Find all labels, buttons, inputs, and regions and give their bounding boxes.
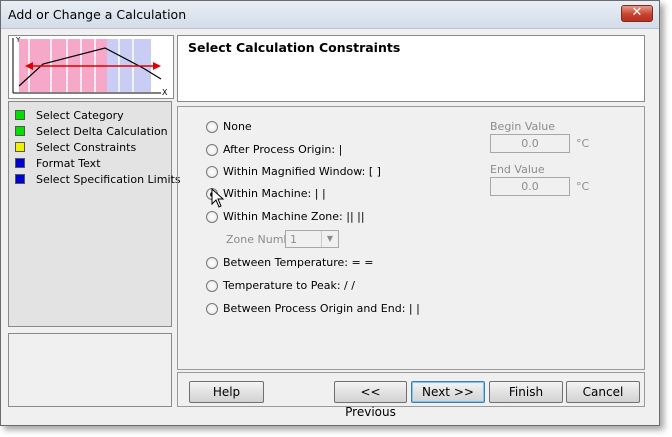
step-status-icon	[15, 126, 25, 136]
mouse-cursor-icon	[211, 188, 225, 208]
step-status-icon	[15, 174, 25, 184]
step-label: Select Specification Limits	[36, 173, 181, 186]
cancel-button[interactable]: Cancel	[566, 381, 640, 403]
next-button[interactable]: Next >>	[411, 381, 485, 403]
step-status-icon	[15, 110, 25, 120]
option-label: Within Machine: | |	[223, 187, 326, 200]
step-label: Select Constraints	[36, 141, 137, 154]
begin-value-input[interactable]: 0.0	[490, 134, 570, 153]
title-bar: Add or Change a Calculation ✕	[1, 1, 659, 29]
radio-button[interactable]	[206, 303, 218, 315]
radio-button[interactable]	[206, 280, 218, 292]
profile-thumbnail-graphic	[12, 38, 162, 94]
step-label: Select Delta Calculation	[36, 125, 168, 138]
option-label: After Process Origin: |	[223, 143, 343, 156]
end-value-input[interactable]: 0.0	[490, 177, 570, 196]
help-button[interactable]: Help	[189, 381, 264, 403]
finish-button[interactable]: Finish	[489, 381, 563, 403]
option-label: Temperature to Peak: / /	[223, 279, 355, 292]
option-label: Within Machine Zone: || ||	[223, 210, 365, 223]
option-label: Between Temperature: = =	[223, 256, 374, 269]
step-status-icon	[15, 158, 25, 168]
end-value-label: End Value	[490, 163, 545, 176]
option-label: Within Magnified Window: [ ]	[223, 165, 381, 178]
option-label: None	[223, 120, 252, 133]
panel-title: Select Calculation Constraints	[188, 40, 401, 55]
info-panel	[8, 333, 172, 407]
radio-button[interactable]	[206, 144, 218, 156]
radio-button[interactable]	[206, 121, 218, 133]
begin-value-unit: °C	[576, 137, 590, 150]
y-axis-label: Y	[16, 36, 21, 44]
x-axis-label: X	[162, 88, 168, 97]
step-label: Format Text	[36, 157, 101, 170]
zone-number-value: 1	[290, 233, 297, 246]
zone-number-select[interactable]: 1 ▼	[285, 230, 339, 248]
window-title: Add or Change a Calculation	[8, 7, 187, 22]
end-value-unit: °C	[576, 180, 590, 193]
radio-button[interactable]	[206, 211, 218, 223]
close-icon: ✕	[631, 5, 643, 20]
begin-value-label: Begin Value	[490, 120, 556, 133]
chevron-down-icon: ▼	[321, 231, 338, 247]
option-label: Between Process Origin and End: | |	[223, 302, 420, 315]
profile-thumbnail: Y X	[8, 35, 174, 99]
step-label: Select Category	[36, 109, 124, 122]
header-panel: Select Calculation Constraints	[177, 35, 645, 102]
radio-button[interactable]	[206, 257, 218, 269]
radio-button[interactable]	[206, 166, 218, 178]
wizard-steps: Select Category Select Delta Calculation…	[8, 101, 181, 327]
step-status-icon	[15, 142, 25, 152]
close-button[interactable]: ✕	[621, 5, 653, 22]
previous-button[interactable]: << Previous	[334, 381, 407, 419]
